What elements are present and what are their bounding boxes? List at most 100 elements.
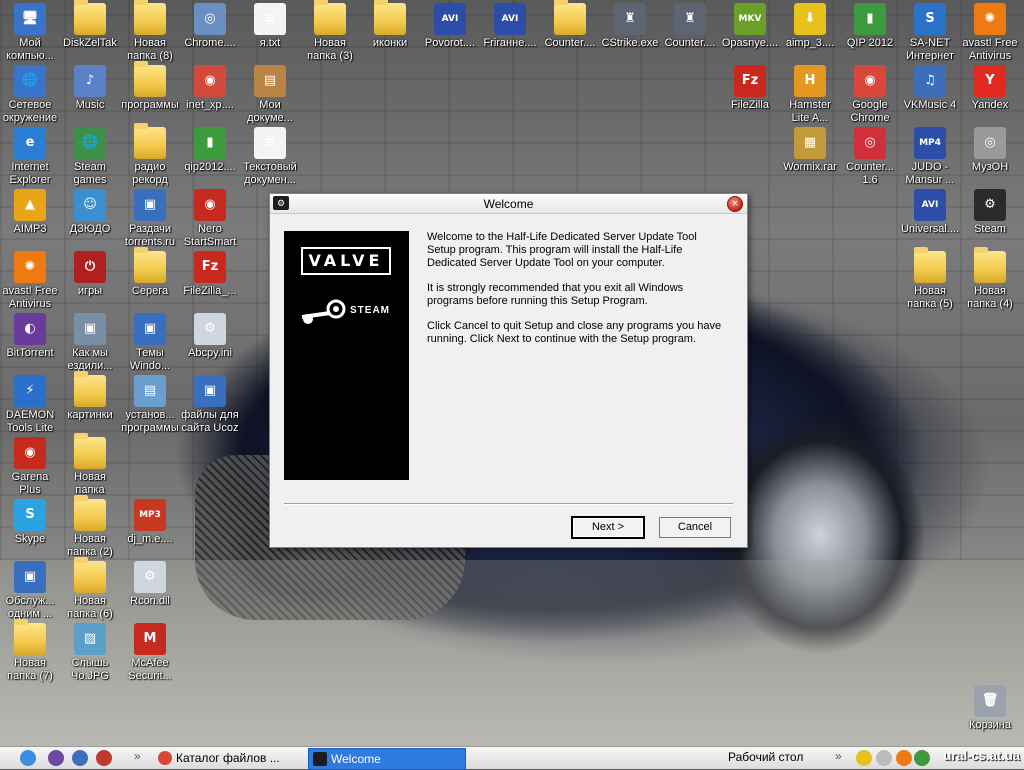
tray-volume-icon[interactable] (876, 750, 892, 766)
desktop-icon[interactable]: Новая папка (3) (300, 0, 360, 62)
desktop-icon[interactable]: ♫ VKMusic 4 (900, 65, 960, 112)
desktop-icon[interactable]: ⬇ aimp_3.... (780, 3, 840, 50)
tray-avast-icon[interactable] (896, 750, 912, 766)
app-icon: ◉ (194, 189, 226, 221)
desktop-icon[interactable]: картинки (60, 371, 120, 422)
quicklaunch-media-icon[interactable] (96, 750, 112, 766)
desktop-icon[interactable]: ◎ Chrome.... (180, 3, 240, 50)
desktop-icon[interactable]: MKV Opasnye.... (720, 3, 780, 50)
desktop-icon[interactable]: Новая папка (5) (900, 247, 960, 310)
desktop-icon[interactable]: Y Yandex (960, 65, 1020, 112)
desktop-icon[interactable]: ◉ inet_xp.... (180, 65, 240, 112)
desktop-icon[interactable]: ⚙ Steam (960, 189, 1020, 236)
steam-logo-icon (301, 299, 346, 324)
next-button[interactable]: Next > (571, 516, 645, 539)
quicklaunch-bittorrent-icon[interactable] (48, 750, 64, 766)
desktop-icon[interactable]: ◐ BitTorrent (0, 313, 60, 360)
desktop-icon[interactable]: ≡ я.txt (240, 3, 300, 50)
desktop-icon[interactable]: ▮ QIP 2012 (840, 3, 900, 50)
desktop-icon[interactable]: 🌐 Steam games (60, 127, 120, 186)
desktop-icon-label: McAfee Securit... (128, 657, 172, 682)
desktop-icon[interactable]: Серега (120, 247, 180, 298)
desktop-icon[interactable]: AVI Frirанне.... (480, 3, 540, 50)
task-welcome[interactable]: Welcome (308, 748, 466, 770)
close-icon[interactable]: ✕ (727, 196, 743, 212)
app-icon: e (14, 127, 46, 159)
desktop-icon[interactable]: ♪ Music (60, 65, 120, 112)
task-catalog[interactable]: Каталог файлов ... (154, 748, 322, 768)
desktop-icon[interactable]: программы (120, 61, 180, 112)
desktop-icon[interactable]: ▤ установ... программы (120, 375, 180, 434)
quicklaunch-browser-icon[interactable] (72, 750, 88, 766)
desktop-icon[interactable]: 🗑 Корзина (960, 685, 1020, 732)
desktop-icon[interactable]: AVI Povorot.... (420, 3, 480, 50)
desktop-icon-label: SA-NET Интернет (906, 37, 954, 62)
desktop-icon-label: картинки (67, 409, 113, 421)
app-icon: S (914, 3, 946, 35)
desktop-icon[interactable]: ≡ Текстовый докумен... (240, 127, 300, 186)
desktop-icon[interactable]: ◉ Google Chrome (840, 65, 900, 124)
desktop-icon[interactable]: 🌐 Сетевое окружение (0, 65, 60, 124)
desktop-icon[interactable]: ▣ Обслуж... одним ... (0, 561, 60, 620)
desktop-icon[interactable]: ▲ AIMP3 (0, 189, 60, 236)
desktop-icon[interactable]: ◎ МузОН (960, 127, 1020, 174)
desktop-icon[interactable]: ✺ avast! Free Antivirus (960, 3, 1020, 62)
desktop-icon[interactable]: MP4 JUDO -Mansur ... (900, 127, 960, 186)
desktop-icon[interactable]: Новая папка (6) (60, 557, 120, 620)
tray-users-icon[interactable] (856, 750, 872, 766)
quicklaunch-chevron-icon[interactable]: » (134, 749, 141, 763)
desktop-icon[interactable]: ▣ Темы Windo... (120, 313, 180, 372)
cancel-button[interactable]: Cancel (659, 517, 731, 538)
desktop-icon[interactable]: ☺ ДЗЮДО (60, 189, 120, 236)
desktop-icon[interactable]: DiskZelTak (60, 0, 120, 50)
desktop-icon[interactable]: ▣ Как мы ездили... (60, 313, 120, 372)
desktop-icon[interactable]: ⚙ Abcpy.ini (180, 313, 240, 360)
dialog-titlebar[interactable]: ⚙ Welcome ✕ (270, 194, 747, 214)
desktop-icon[interactable]: Counter.... (540, 0, 600, 50)
desktop-icon[interactable]: ▣ Раздачи torrents.ru (120, 189, 180, 248)
desktop-icon[interactable]: e Internet Explorer (0, 127, 60, 186)
desktop-icon[interactable]: AVI Universal.... (900, 189, 960, 236)
app-icon: MKV (734, 3, 766, 35)
desktop-icon[interactable]: ⏻ игры (60, 251, 120, 298)
desktop-icon[interactable]: Fz FileZilla_... (180, 251, 240, 298)
desktop-icon[interactable]: ♜ CStrike.exe (600, 3, 660, 50)
desktop-icon[interactable]: Новая папка (4) (960, 247, 1020, 310)
taskbar: » Каталог файлов ... Welcome Рабочий сто… (0, 746, 1024, 770)
desktop-icon[interactable]: H Hamster Lite A... (780, 65, 840, 124)
desktop-icon[interactable]: ▨ Слышь Чо.JPG (60, 623, 120, 682)
apple-start-icon[interactable] (20, 750, 36, 766)
desktop-icon[interactable]: ◉ Garena Plus (0, 437, 60, 496)
toolbar-chevron-icon[interactable]: » (835, 749, 842, 763)
desktop-icon[interactable]: радио рекорд (120, 123, 180, 186)
desktop-icon[interactable]: ◎ Counter... 1.6 (840, 127, 900, 186)
desktop-icon[interactable]: S SA-NET Интернет (900, 3, 960, 62)
desktop-toolbar[interactable]: Рабочий стол (728, 750, 803, 764)
desktop-icon[interactable]: ✺ avast! Free Antivirus (0, 251, 60, 310)
desktop-icon-label: Wormix.rar (783, 161, 837, 173)
folder-icon (74, 433, 106, 469)
desktop-icon[interactable]: ◉ Nero StartSmart (180, 189, 240, 248)
desktop-icon[interactable]: ⚙ Rcon.dll (120, 561, 180, 608)
desktop-icon[interactable]: ♜ Counter.... (660, 3, 720, 50)
desktop-icon[interactable]: ⚡ DAEMON Tools Lite (0, 375, 60, 434)
desktop-icon[interactable]: Новая папка (60, 433, 120, 496)
desktop-icon-label: Hamster Lite A... (789, 99, 831, 124)
desktop-icon[interactable]: иконки (360, 0, 420, 50)
desktop-icon[interactable]: Новая папка (8) (120, 0, 180, 62)
desktop-icon[interactable]: Fz FileZilla (720, 65, 780, 112)
desktop-icon[interactable]: ▣ файлы для сайта Ucoz (180, 375, 240, 434)
desktop-icon[interactable]: ▦ Wormix.rar (780, 127, 840, 174)
desktop-icon[interactable]: M McAfee Securit... (120, 623, 180, 682)
app-icon: ▮ (854, 3, 886, 35)
desktop-icon[interactable]: Новая папка (2) (60, 495, 120, 558)
desktop-icon[interactable]: ▮ qip2012.... (180, 127, 240, 174)
desktop-icon[interactable]: 🖥 Мой компью... (0, 3, 60, 62)
desktop-icon[interactable]: S Skype (0, 499, 60, 546)
desktop-icon[interactable]: MP3 dj_m.e.... (120, 499, 180, 546)
desktop-icon[interactable]: Новая папка (7) (0, 619, 60, 682)
app-icon: ▦ (794, 127, 826, 159)
desktop-icon-label: Новая папка (5) (907, 285, 953, 310)
tray-qip-icon[interactable] (914, 750, 930, 766)
desktop-icon[interactable]: ▤ Мои докуме... (240, 65, 300, 124)
